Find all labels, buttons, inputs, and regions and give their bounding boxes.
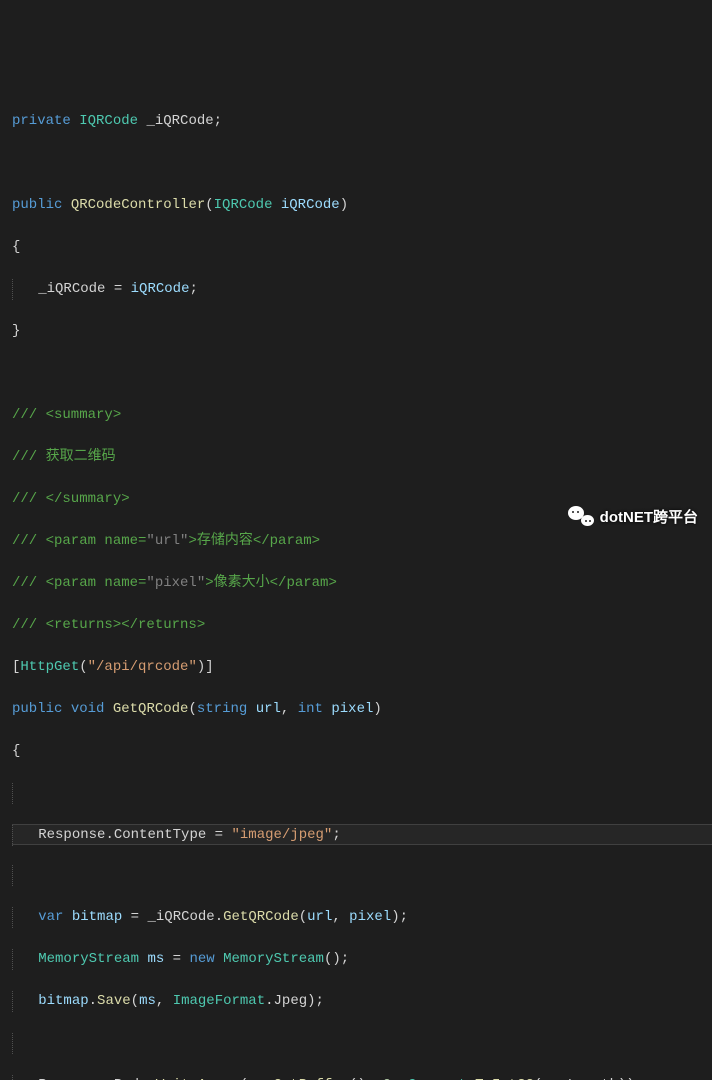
code-line: var bitmap = _iQRCode.GetQRCode(url, pix… bbox=[12, 907, 712, 928]
code-line: { bbox=[12, 741, 712, 762]
code-line bbox=[12, 153, 712, 174]
code-line: MemoryStream ms = new MemoryStream(); bbox=[12, 949, 712, 970]
code-line: /// 获取二维码 bbox=[12, 447, 712, 468]
code-line: { bbox=[12, 237, 712, 258]
watermark-text: dotNET跨平台 bbox=[600, 507, 698, 528]
code-line: } bbox=[12, 321, 712, 342]
code-line: public void GetQRCode(string url, int pi… bbox=[12, 699, 712, 720]
code-line: Response.Body.WriteAsync(ms.GetBuffer(),… bbox=[12, 1075, 712, 1080]
code-line bbox=[12, 1033, 712, 1054]
code-line: /// <param name="pixel">像素大小</param> bbox=[12, 573, 712, 594]
code-line: _iQRCode = iQRCode; bbox=[12, 279, 712, 300]
code-line: /// <param name="url">存储内容</param> bbox=[12, 531, 712, 552]
code-line bbox=[12, 783, 712, 804]
code-line: /// <returns></returns> bbox=[12, 615, 712, 636]
code-line: bitmap.Save(ms, ImageFormat.Jpeg); bbox=[12, 991, 712, 1012]
code-line: private IQRCode _iQRCode; bbox=[12, 111, 712, 132]
code-line: public QRCodeController(IQRCode iQRCode) bbox=[12, 195, 712, 216]
code-line: [HttpGet("/api/qrcode")] bbox=[12, 657, 712, 678]
code-line-highlighted: Response.ContentType = "image/jpeg"; bbox=[12, 824, 712, 845]
code-line bbox=[12, 865, 712, 886]
code-line: /// <summary> bbox=[12, 405, 712, 426]
watermark: dotNET跨平台 bbox=[568, 506, 698, 528]
wechat-icon bbox=[568, 506, 594, 528]
code-editor[interactable]: private IQRCode _iQRCode; public QRCodeC… bbox=[0, 84, 712, 1080]
code-line bbox=[12, 363, 712, 384]
